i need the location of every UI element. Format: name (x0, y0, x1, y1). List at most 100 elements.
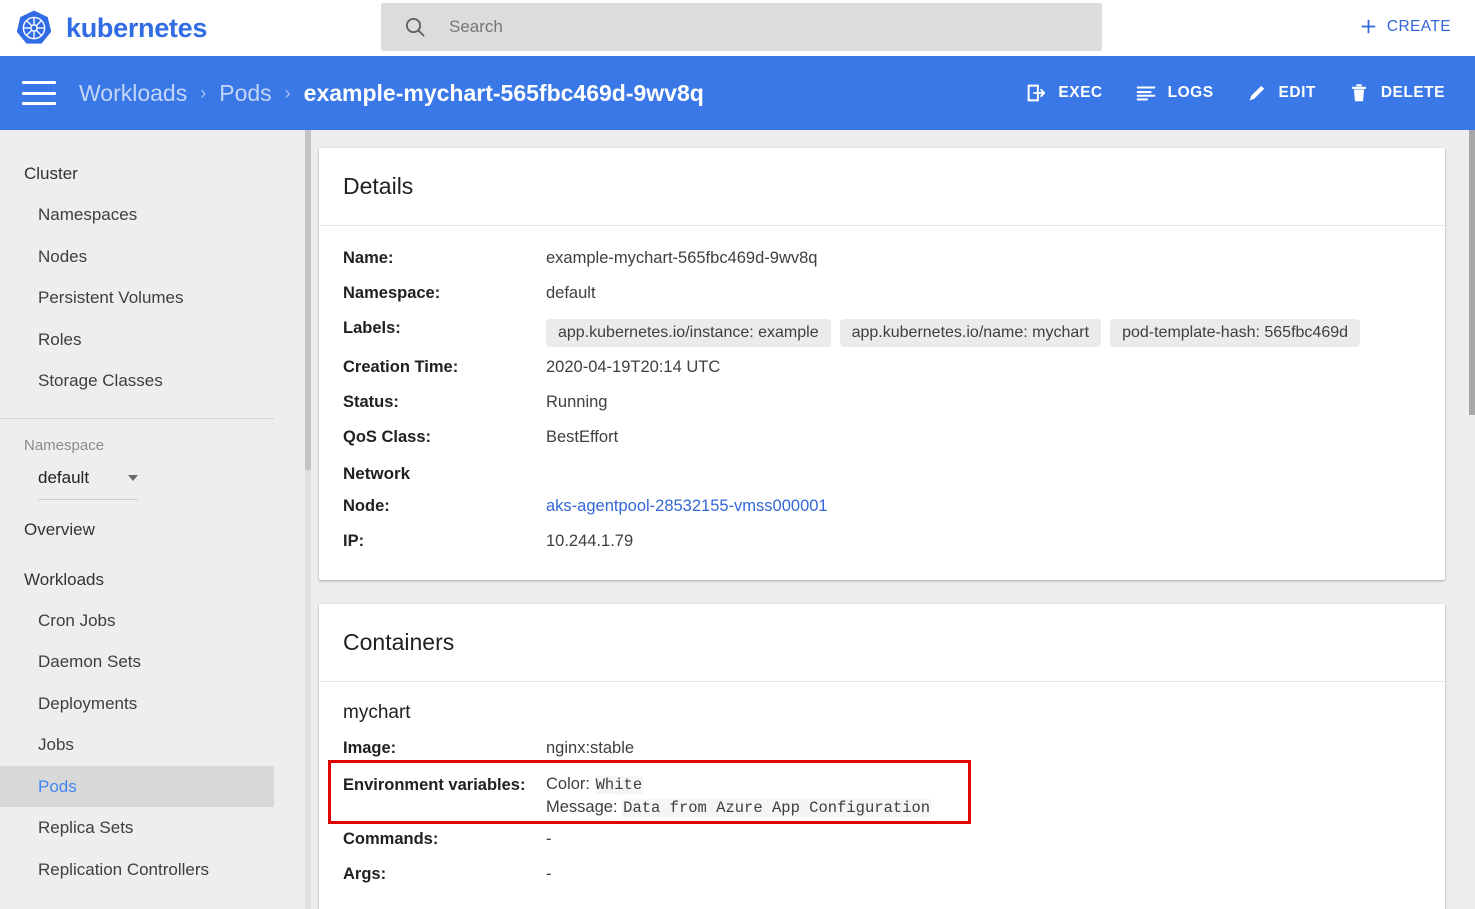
action-buttons: EXEC LOGS EDIT DELETE (1009, 72, 1461, 114)
environment-variable-item: Color: White (546, 775, 931, 794)
container-row-environment-variables: Environment variables: Color: White Mess… (319, 767, 1445, 823)
label-chip-list: app.kubernetes.io/instance: example app.… (546, 319, 1421, 347)
container-name: mychart (343, 702, 411, 723)
containers-card-title: Containers (319, 604, 1445, 682)
search-icon (405, 17, 425, 37)
chevron-down-icon (128, 474, 138, 481)
node-link[interactable]: aks-agentpool-28532155-vmss000001 (546, 497, 828, 515)
logs-button-label: LOGS (1167, 84, 1214, 101)
brand-name: kubernetes (66, 12, 208, 43)
environment-variable-item: Message: Data from Azure App Configurati… (546, 798, 932, 817)
exec-terminal-icon (1028, 84, 1046, 102)
create-button[interactable]: CREATE (1351, 12, 1459, 41)
detail-value-creation-time: 2020-04-19T20:14 UTC (546, 358, 721, 376)
action-bar: Workloads › Pods › example-mychart-565fb… (0, 56, 1475, 130)
search-input[interactable] (449, 17, 1049, 37)
namespace-label: Namespace (24, 436, 105, 454)
detail-value-qos-class: BestEffort (546, 428, 619, 446)
sidebar-item-pods[interactable]: Pods (0, 765, 274, 808)
detail-row-namespace: Namespace: default (319, 277, 1445, 312)
detail-label-node: Node: (343, 497, 390, 515)
plus-icon (1361, 19, 1376, 34)
top-bar: kubernetes CREATE (0, 0, 1475, 56)
sidebar-item-nodes[interactable]: Nodes (0, 236, 311, 278)
label-chip[interactable]: pod-template-hash: 565fbc469d (1110, 319, 1361, 347)
sidebar-item-jobs[interactable]: Jobs (0, 724, 311, 766)
detail-row-labels: Labels: app.kubernetes.io/instance: exam… (319, 312, 1445, 351)
detail-label-ip: IP: (343, 532, 365, 550)
edit-pencil-icon (1249, 85, 1264, 101)
containers-card-body: mychart Image: nginx:stable Environment … (319, 682, 1445, 909)
detail-label-status: Status: (343, 393, 399, 411)
sidebar-item-deployments[interactable]: Deployments (0, 683, 311, 725)
sidebar-item-namespaces[interactable]: Namespaces (0, 194, 311, 236)
label-chip[interactable]: app.kubernetes.io/name: mychart (839, 319, 1102, 347)
sidebar-item-replication-controllers[interactable]: Replication Controllers (0, 849, 311, 891)
sidebar-item-persistent-volumes[interactable]: Persistent Volumes (0, 277, 311, 319)
detail-row-status: Status: Running (319, 386, 1445, 421)
detail-label-labels: Labels: (343, 319, 401, 337)
detail-value-name: example-mychart-565fbc469d-9wv8q (546, 249, 818, 267)
logs-button[interactable]: LOGS (1119, 72, 1230, 114)
breadcrumb: Workloads › Pods › example-mychart-565fb… (79, 80, 704, 107)
breadcrumb-current-page: example-mychart-565fbc469d-9wv8q (303, 79, 704, 106)
sidebar: Cluster Namespaces Nodes Persistent Volu… (0, 130, 311, 909)
delete-button-label: DELETE (1380, 84, 1445, 101)
edit-button-label: EDIT (1278, 84, 1316, 101)
content-scrollbar-thumb[interactable] (1469, 130, 1475, 415)
sidebar-header-workloads[interactable]: Workloads (0, 550, 311, 600)
breadcrumb-item-pods[interactable]: Pods (219, 80, 271, 107)
details-card-title: Details (319, 148, 1445, 226)
container-value-commands: - (546, 830, 552, 848)
container-label-image: Image: (343, 739, 397, 757)
delete-button[interactable]: DELETE (1332, 72, 1461, 114)
kubernetes-logo-icon (16, 10, 52, 44)
detail-label-namespace: Namespace: (343, 284, 441, 302)
breadcrumb-separator-2: › (284, 82, 291, 103)
exec-button-label: EXEC (1058, 84, 1103, 101)
detail-label-qos-class: QoS Class: (343, 428, 432, 446)
sidebar-item-replica-sets[interactable]: Replica Sets (0, 807, 311, 849)
breadcrumb-separator: › (200, 82, 207, 103)
detail-value-namespace: default (546, 284, 596, 302)
namespace-select[interactable]: default (38, 468, 138, 500)
sidebar-header-overview[interactable]: Overview (0, 500, 311, 550)
env-var-key: Color: (546, 775, 591, 793)
label-chip[interactable]: app.kubernetes.io/instance: example (546, 319, 831, 347)
edit-button[interactable]: EDIT (1230, 72, 1332, 114)
environment-variable-list: Color: White Message: Data from Azure Ap… (546, 773, 932, 817)
status-badge: Running (546, 393, 608, 411)
container-label-args: Args: (343, 865, 387, 883)
detail-row-name: Name: example-mychart-565fbc469d-9wv8q (319, 242, 1445, 277)
details-card: Details Name: example-mychart-565fbc469d… (319, 148, 1445, 580)
exec-button[interactable]: EXEC (1009, 72, 1118, 114)
hamburger-menu-icon[interactable] (22, 81, 56, 105)
sidebar-item-storage-classes[interactable]: Storage Classes (0, 360, 311, 402)
sidebar-item-cron-jobs[interactable]: Cron Jobs (0, 600, 311, 642)
logs-lines-icon (1136, 86, 1155, 101)
details-card-body: Name: example-mychart-565fbc469d-9wv8q N… (319, 226, 1445, 580)
detail-label-name: Name: (343, 249, 394, 267)
detail-row-node: Node: aks-agentpool-28532155-vmss000001 (319, 490, 1445, 525)
container-label-commands: Commands: (343, 830, 439, 848)
container-row-args: Args: - (319, 858, 1445, 893)
brand[interactable]: kubernetes (14, 8, 207, 48)
network-section-header: Network (343, 464, 411, 483)
container-label-environment-variables: Environment variables: (343, 776, 526, 794)
sidebar-item-daemon-sets[interactable]: Daemon Sets (0, 641, 311, 683)
detail-row-ip: IP: 10.244.1.79 (319, 525, 1445, 560)
containers-card: Containers mychart Image: nginx:stable E… (319, 604, 1445, 909)
detail-row-qos-class: QoS Class: BestEffort (319, 421, 1445, 456)
breadcrumb-item-workloads[interactable]: Workloads (79, 80, 187, 107)
detail-row-creation-time: Creation Time: 2020-04-19T20:14 UTC (319, 351, 1445, 386)
detail-label-creation-time: Creation Time: (343, 358, 459, 376)
sidebar-header-cluster: Cluster (24, 164, 78, 183)
container-value-args: - (546, 865, 552, 883)
detail-value-ip: 10.244.1.79 (546, 532, 634, 550)
search-box[interactable] (381, 3, 1102, 51)
delete-trash-icon (1351, 84, 1366, 102)
container-value-image: nginx:stable (546, 739, 635, 757)
env-var-key: Message: (546, 798, 618, 816)
env-var-value: White (594, 776, 644, 794)
sidebar-item-roles[interactable]: Roles (0, 319, 311, 361)
